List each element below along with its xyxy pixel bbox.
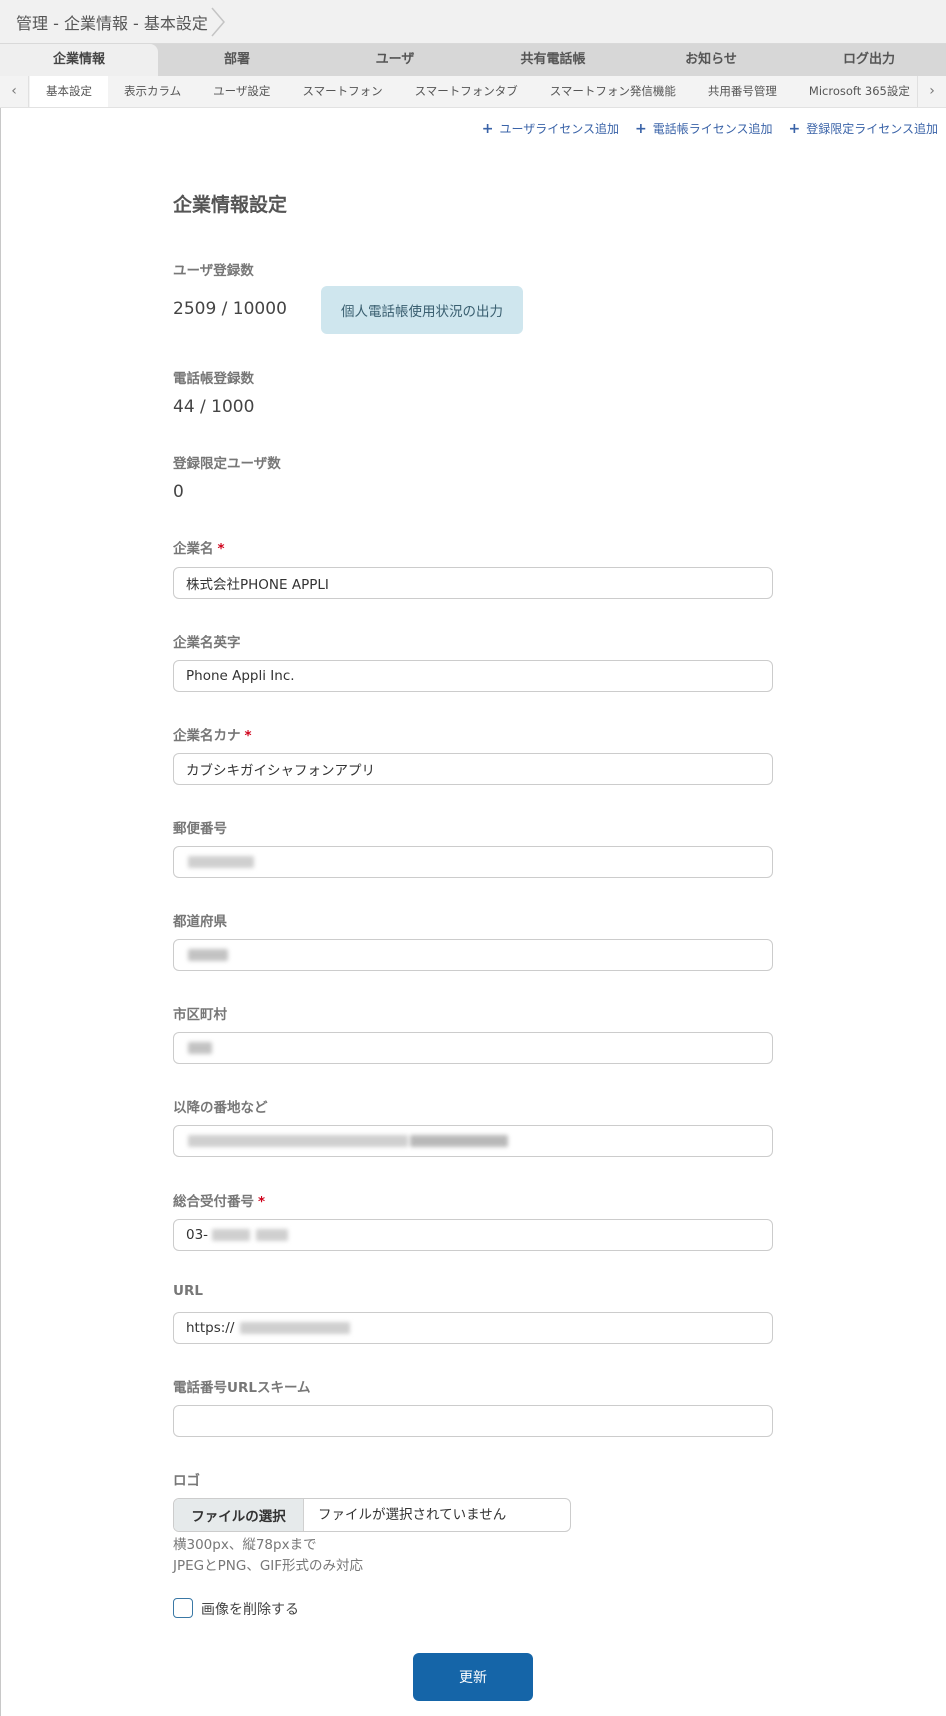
company-name-label: 企業名 * — [173, 537, 225, 557]
update-button[interactable]: 更新 — [413, 1653, 533, 1701]
redacted-value — [240, 1322, 350, 1334]
license-links: + ユーザライセンス追加 + 電話帳ライセンス追加 + 登録限定ライセンス追加 — [482, 120, 938, 137]
redacted-value — [212, 1229, 250, 1241]
limited-user-count-value: 0 — [173, 482, 184, 502]
user-count-label: ユーザ登録数 — [173, 263, 254, 279]
plus-icon: + — [788, 120, 801, 137]
delete-image-checkbox[interactable] — [173, 1598, 193, 1618]
subtab-display-columns[interactable]: 表示カラム — [108, 76, 197, 107]
tab-user[interactable]: ユーザ — [316, 44, 474, 76]
url-label: URL — [173, 1283, 203, 1299]
redacted-value — [188, 1135, 408, 1147]
plus-icon: + — [481, 120, 494, 137]
main-phone-label: 総合受付番号 * — [173, 1190, 265, 1210]
add-phonebook-license-label: 電話帳ライセンス追加 — [652, 122, 773, 136]
prefecture-label: 都道府県 — [173, 914, 227, 930]
add-limited-license-label: 登録限定ライセンス追加 — [806, 122, 938, 136]
postal-code-input[interactable] — [173, 846, 773, 878]
limited-user-count-label: 登録限定ユーザ数 — [173, 456, 281, 472]
add-limited-license-link[interactable]: + 登録限定ライセンス追加 — [789, 120, 939, 137]
add-user-license-link[interactable]: + ユーザライセンス追加 — [482, 120, 619, 137]
required-mark: * — [244, 728, 252, 744]
subtab-shared-number[interactable]: 共用番号管理 — [692, 76, 793, 107]
main-tabs: 企業情報 部署 ユーザ 共有電話帳 お知らせ ログ出力 — [0, 44, 946, 76]
user-count-value: 2509 / 10000 — [173, 299, 287, 319]
tel-url-scheme-input[interactable] — [173, 1405, 773, 1437]
address-label: 以降の番地など — [173, 1100, 268, 1116]
required-mark: * — [258, 1194, 266, 1210]
redacted-value — [188, 949, 228, 961]
subtab-m365-settings[interactable]: Microsoft 365設定 — [793, 76, 916, 107]
tab-company-info[interactable]: 企業情報 — [0, 44, 158, 76]
logo-file-input[interactable]: ファイルの選択 ファイルが選択されていません — [173, 1498, 571, 1532]
subtab-basic-settings[interactable]: 基本設定 — [30, 76, 108, 107]
phonebook-count-value: 44 / 1000 — [173, 397, 255, 417]
company-name-label-text: 企業名 — [173, 541, 214, 557]
export-phonebook-usage-button[interactable]: 個人電話帳使用状況の出力 — [321, 286, 523, 334]
city-input[interactable] — [173, 1032, 773, 1064]
add-user-license-label: ユーザライセンス追加 — [499, 122, 619, 136]
tel-url-scheme-label: 電話番号URLスキーム — [173, 1380, 311, 1396]
company-name-input[interactable] — [173, 567, 773, 599]
company-name-kana-input[interactable] — [173, 753, 773, 785]
company-name-en-input[interactable] — [173, 660, 773, 692]
city-label: 市区町村 — [173, 1007, 227, 1023]
choose-file-button[interactable]: ファイルの選択 — [174, 1499, 304, 1531]
add-phonebook-license-link[interactable]: + 電話帳ライセンス追加 — [635, 120, 773, 137]
company-name-kana-label: 企業名カナ * — [173, 724, 252, 744]
breadcrumb-chevron-icon — [211, 7, 225, 37]
tab-notice[interactable]: お知らせ — [632, 44, 790, 76]
tab-department[interactable]: 部署 — [158, 44, 316, 76]
chevron-left-icon[interactable]: ‹ — [0, 76, 29, 107]
redacted-value — [188, 856, 254, 868]
section-title: 企業情報設定 — [173, 194, 288, 216]
required-mark: * — [217, 541, 225, 557]
redacted-value — [188, 1042, 212, 1054]
subtab-user-settings[interactable]: ユーザ設定 — [197, 76, 286, 107]
tab-log-output[interactable]: ログ出力 — [790, 44, 946, 76]
logo-label: ロゴ — [173, 1473, 200, 1489]
main-phone-label-text: 総合受付番号 — [173, 1194, 254, 1210]
company-name-kana-label-text: 企業名カナ — [173, 728, 241, 744]
breadcrumb: 管理 - 企業情報 - 基本設定 — [0, 0, 946, 44]
logo-size-hint: 横300px、縦78pxまで — [173, 1537, 317, 1553]
plus-icon: + — [635, 120, 647, 137]
sub-tabs: ‹ 基本設定 表示カラム ユーザ設定 スマートフォン スマートフォンタブ スマートフォン発… — [0, 76, 946, 108]
sub-tab-track: 基本設定 表示カラム ユーザ設定 スマートフォン スマートフォンタブ スマートフォン発信機… — [30, 76, 916, 107]
tab-shared-phonebook[interactable]: 共有電話帳 — [474, 44, 632, 76]
phonebook-count-label: 電話帳登録数 — [173, 371, 254, 387]
subtab-smartphone-call[interactable]: スマートフォン発信機能 — [534, 76, 692, 107]
subtab-smartphone[interactable]: スマートフォン — [286, 76, 398, 107]
company-name-en-label: 企業名英字 — [173, 635, 241, 651]
chevron-right-icon[interactable]: › — [917, 76, 946, 107]
postal-code-label: 郵便番号 — [173, 821, 227, 837]
file-status-text: ファイルが選択されていません — [318, 1507, 507, 1523]
subtab-smartphone-tab[interactable]: スマートフォンタブ — [399, 76, 534, 107]
content-header: 企業情報設定 — [173, 190, 773, 217]
delete-image-label[interactable]: 画像を削除する — [201, 1599, 299, 1619]
breadcrumb-text: 管理 - 企業情報 - 基本設定 — [16, 14, 208, 33]
prefecture-input[interactable] — [173, 939, 773, 971]
redacted-value — [256, 1229, 288, 1241]
redacted-value — [410, 1135, 508, 1147]
logo-format-hint: JPEGとPNG、GIF形式のみ対応 — [173, 1558, 364, 1574]
